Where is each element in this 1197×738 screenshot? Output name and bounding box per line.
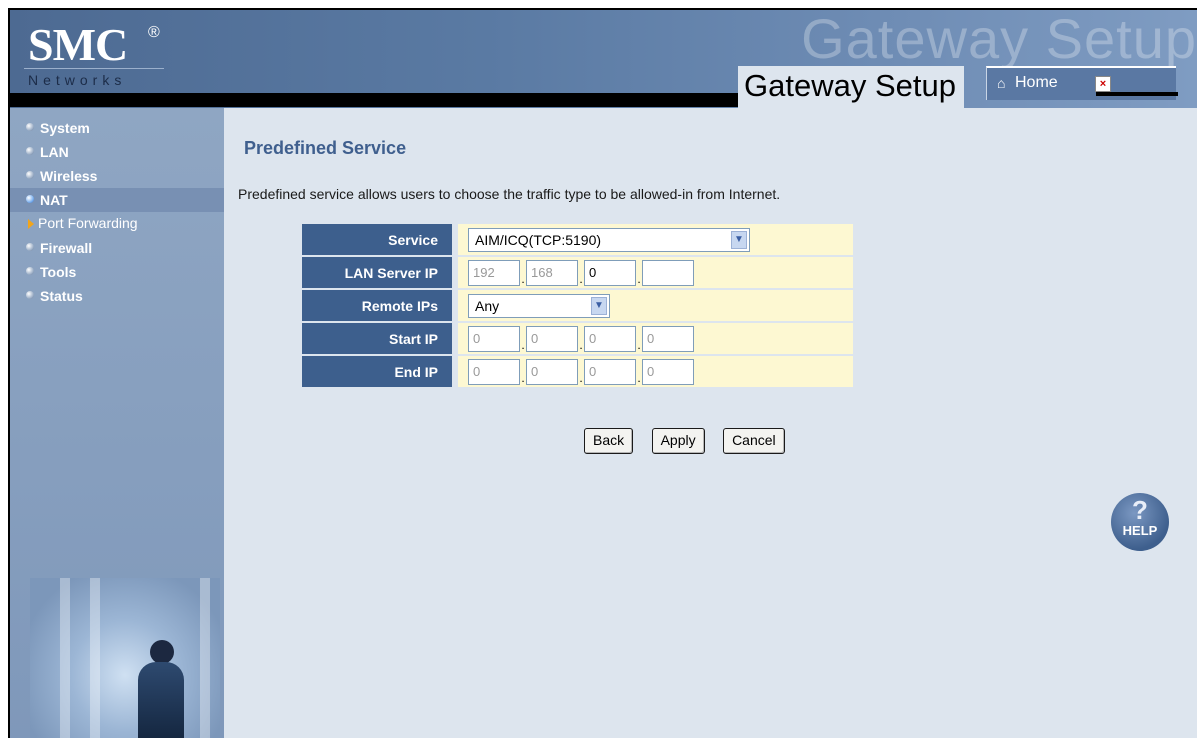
lan-ip-label: LAN Server IP <box>302 257 458 288</box>
main-content: Predefined Service Predefined service al… <box>224 108 1197 738</box>
apply-button[interactable]: Apply <box>651 428 705 454</box>
lan-ip-octet-1: 192 <box>468 259 520 286</box>
lan-ip-cell: 192. 168. 0. <box>458 257 853 288</box>
service-select-value: AIM/ICQ(TCP:5190) <box>475 231 602 248</box>
help-label: HELP <box>1122 523 1158 538</box>
sidebar-item-label: NAT <box>40 192 68 208</box>
chevron-down-icon[interactable]: ▼ <box>731 230 747 249</box>
form-row-service: Service AIM/ICQ(TCP:5190) ▼ <box>302 224 853 255</box>
sidebar-item-status[interactable]: Status <box>10 284 224 308</box>
triangle-right-icon <box>28 219 34 229</box>
form-row-start-ip: Start IP 0.0.0.0 <box>302 323 853 354</box>
end-ip-cell: 0.0.0.0 <box>458 356 853 387</box>
header-watermark: Gateway Setup <box>801 8 1197 70</box>
bullet-dot-icon <box>26 291 34 299</box>
end-ip-octet-1: 0 <box>468 358 520 385</box>
start-ip-octet-4: 0 <box>642 325 694 352</box>
start-ip-octet-2: 0 <box>526 325 578 352</box>
start-ip-octet-1: 0 <box>468 325 520 352</box>
chevron-down-icon[interactable]: ▼ <box>591 296 607 315</box>
sidebar-item-wireless[interactable]: Wireless <box>10 164 224 188</box>
remote-ips-select[interactable]: Any ▼ <box>468 293 610 318</box>
bullet-dot-icon <box>26 123 34 131</box>
smc-logo: SMC ® Networks <box>24 16 164 94</box>
service-cell: AIM/ICQ(TCP:5190) ▼ <box>458 224 853 255</box>
bullet-dot-icon <box>26 267 34 275</box>
app-window: SMC ® Networks Gateway Setup Gateway Set… <box>8 8 1197 738</box>
lan-ip-octet-4[interactable] <box>642 259 694 286</box>
end-ip-label: End IP <box>302 356 458 387</box>
remote-ips-label: Remote IPs <box>302 290 458 321</box>
help-button[interactable]: ? HELP <box>1111 493 1169 551</box>
sidebar-item-label: Wireless <box>40 168 98 184</box>
sidebar-item-label: System <box>40 120 90 136</box>
end-ip-octet-4: 0 <box>642 358 694 385</box>
sidebar-decorative-photo <box>30 578 220 738</box>
button-row: Back Apply Cancel <box>584 428 799 454</box>
bullet-dot-icon <box>26 195 34 203</box>
start-ip-group: 0.0.0.0 <box>468 325 694 352</box>
sidebar-subitem-label: Port Forwarding <box>38 215 138 231</box>
lan-ip-group: 192. 168. 0. <box>468 259 694 286</box>
start-ip-octet-3: 0 <box>584 325 636 352</box>
logo-registered-mark: ® <box>148 24 160 41</box>
sidebar-item-label: Status <box>40 288 83 304</box>
back-button[interactable]: Back <box>584 428 634 454</box>
service-select[interactable]: AIM/ICQ(TCP:5190) ▼ <box>468 227 750 252</box>
service-label: Service <box>302 224 458 255</box>
start-ip-cell: 0.0.0.0 <box>458 323 853 354</box>
logo-text: SMC <box>28 19 128 70</box>
home-icon: ⌂ <box>997 75 1006 91</box>
sidebar-item-firewall[interactable]: Firewall <box>10 236 224 260</box>
page-description: Predefined service allows users to choos… <box>238 186 781 202</box>
sidebar-item-system[interactable]: System <box>10 116 224 140</box>
end-ip-group: 0.0.0.0 <box>468 358 694 385</box>
remote-ips-select-value: Any <box>475 297 500 314</box>
bullet-dot-icon <box>26 147 34 155</box>
form-row-remote: Remote IPs Any ▼ <box>302 290 853 321</box>
sidebar: System LAN Wireless NAT Port Forwarding … <box>10 108 224 738</box>
sidebar-item-tools[interactable]: Tools <box>10 260 224 284</box>
cancel-button[interactable]: Cancel <box>723 428 785 454</box>
sidebar-item-label: Tools <box>40 264 77 280</box>
sidebar-item-label: LAN <box>40 144 69 160</box>
lan-ip-octet-2: 168 <box>526 259 578 286</box>
bullet-dot-icon <box>26 243 34 251</box>
start-ip-label: Start IP <box>302 323 458 354</box>
help-icon: ? <box>1132 495 1148 525</box>
end-ip-octet-3: 0 <box>584 358 636 385</box>
service-form: Service AIM/ICQ(TCP:5190) ▼ LAN Server I… <box>302 222 853 389</box>
page-heading: Gateway Setup <box>738 66 964 108</box>
remote-ips-cell: Any ▼ <box>458 290 853 321</box>
form-row-lan-ip: LAN Server IP 192. 168. 0. <box>302 257 853 288</box>
end-ip-octet-2: 0 <box>526 358 578 385</box>
close-icon[interactable]: × <box>1095 76 1111 92</box>
logo-subtitle: Networks <box>28 72 127 88</box>
header-divider-bar <box>10 93 738 107</box>
lan-ip-octet-3[interactable]: 0 <box>584 259 636 286</box>
home-link[interactable]: Home <box>1015 74 1058 92</box>
sidebar-subitem-port-forwarding[interactable]: Port Forwarding <box>10 212 224 236</box>
home-tab-underline <box>1096 92 1178 96</box>
bullet-dot-icon <box>26 171 34 179</box>
sidebar-item-label: Firewall <box>40 240 93 256</box>
header: SMC ® Networks Gateway Setup Gateway Set… <box>10 10 1197 108</box>
sidebar-item-nat[interactable]: NAT <box>10 188 224 212</box>
sidebar-item-lan[interactable]: LAN <box>10 140 224 164</box>
form-row-end-ip: End IP 0.0.0.0 <box>302 356 853 387</box>
page-title: Predefined Service <box>244 138 407 158</box>
logo-divider <box>24 68 164 69</box>
